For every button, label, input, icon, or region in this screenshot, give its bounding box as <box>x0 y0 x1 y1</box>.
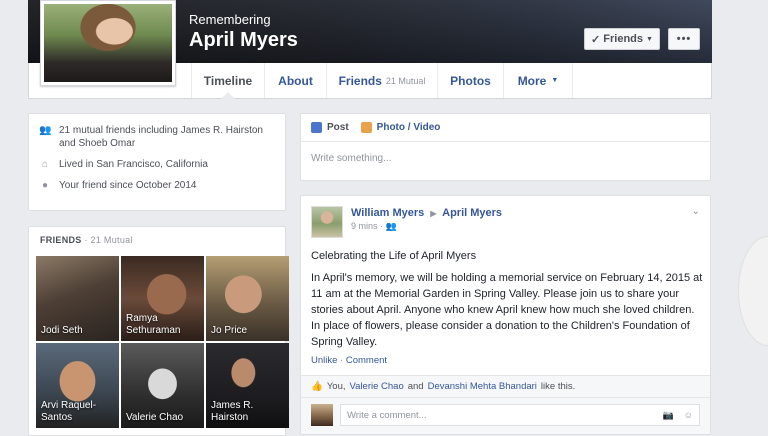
liker-link[interactable]: Valerie Chao <box>350 381 404 392</box>
composer-tab-post[interactable]: Post <box>311 122 349 133</box>
friend-since-icon: ● <box>41 180 49 191</box>
author-avatar[interactable] <box>311 206 343 238</box>
tab-mutual-count: 21 Mutual <box>385 75 426 86</box>
friend-tile[interactable]: Valerie Chao <box>121 343 204 428</box>
profile-name[interactable]: April Myers <box>189 29 298 52</box>
post-content: Celebrating the Life of April Myers In A… <box>311 248 703 356</box>
friends-grid: Jodi Seth Ramya Sethuraman Jo Price Arvi… <box>36 256 289 428</box>
friend-name: Jo Price <box>211 325 248 336</box>
active-tab-indicator <box>221 92 235 99</box>
thumbs-up-icon: 👍 <box>311 381 323 392</box>
friend-name: James R. Hairston <box>211 400 254 423</box>
likes-summary: 👍 You, Valerie Chao and Devanshi Mehta B… <box>301 375 710 397</box>
post-time[interactable]: 9 mins <box>351 221 378 231</box>
pencil-icon <box>311 122 322 133</box>
tab-friends[interactable]: Friends 21 Mutual <box>326 63 437 98</box>
memorial-label: Remembering <box>189 12 271 27</box>
friends-heading[interactable]: FRIENDS · 21 Mutual <box>40 235 280 245</box>
post-composer: Post Photo / Video Write something... <box>300 113 711 181</box>
mutual-friends-text[interactable]: 21 mutual friends including James R. Hai… <box>59 124 275 150</box>
friend-tile[interactable]: Ramya Sethuraman <box>121 256 204 341</box>
audience-icon: · 👥 <box>380 221 397 231</box>
camera-icon[interactable]: 📷 <box>663 410 674 421</box>
caret-down-icon: ▼ <box>551 77 559 84</box>
friend-tile[interactable]: Jodi Seth <box>36 256 119 341</box>
composer-input[interactable]: Write something... <box>301 142 710 175</box>
friend-tile[interactable]: Arvi Raquel-Santos <box>36 343 119 428</box>
friend-since-text: Your friend since October 2014 <box>59 180 197 191</box>
comment-row: Write a comment... 📷 ☺ <box>301 397 710 434</box>
emoji-icon[interactable]: ☺ <box>684 410 693 421</box>
unlike-link[interactable]: Unlike <box>311 355 337 366</box>
friend-tile[interactable]: Jo Price <box>206 256 289 341</box>
friends-card: FRIENDS · 21 Mutual Jodi Seth Ramya Seth… <box>28 226 289 436</box>
friends-button-label: Friends <box>603 33 643 45</box>
friend-name: Arvi Raquel-Santos <box>41 400 97 423</box>
comment-input[interactable]: Write a comment... 📷 ☺ <box>340 404 700 426</box>
lived-in-text[interactable]: Lived in San Francisco, California <box>59 158 208 171</box>
friend-name: Ramya Sethuraman <box>126 313 181 336</box>
tab-label: Photos <box>450 73 491 88</box>
friends-icon: 👥 <box>39 125 52 136</box>
comment-link[interactable]: Comment <box>346 355 387 366</box>
photo-icon <box>360 122 372 133</box>
friend-name: Valerie Chao <box>126 412 184 423</box>
caret-down-icon: ▼ <box>646 35 653 43</box>
tab-more[interactable]: More ▼ <box>503 63 573 98</box>
tab-label: About <box>278 73 313 88</box>
checkmark-icon: ✓ <box>591 33 601 46</box>
timeline-post: William Myers ▶ April Myers 9 mins · 👥 ⌄… <box>300 195 711 435</box>
intro-card: 👥 21 mutual friends including James R. H… <box>28 113 286 211</box>
tab-about[interactable]: About <box>264 63 326 98</box>
tab-photos[interactable]: Photos <box>437 63 503 98</box>
background-decoration <box>738 236 768 346</box>
viewer-avatar <box>311 404 333 426</box>
friend-tile[interactable]: James R. Hairston <box>206 343 289 428</box>
post-title: Celebrating the Life of April Myers <box>311 250 477 262</box>
tab-label: More <box>517 73 547 88</box>
arrow-right-icon: ▶ <box>430 209 437 218</box>
tab-label: Timeline <box>203 73 253 88</box>
post-author[interactable]: William Myers <box>351 207 424 219</box>
chevron-down-icon[interactable]: ⌄ <box>692 206 700 217</box>
home-icon: ⌂ <box>41 159 49 170</box>
more-options-button[interactable]: ••• <box>668 28 700 50</box>
post-target[interactable]: April Myers <box>442 207 502 219</box>
tab-timeline[interactable]: Timeline <box>191 63 264 99</box>
friend-name: Jodi Seth <box>41 325 83 336</box>
friends-button[interactable]: ✓ Friends ▼ <box>584 28 660 50</box>
profile-picture[interactable] <box>40 0 176 86</box>
post-text: In April's memory, we will be holding a … <box>311 272 703 348</box>
composer-tab-photo[interactable]: Photo / Video <box>360 122 440 133</box>
liker-link[interactable]: Devanshi Mehta Bhandari <box>428 381 537 392</box>
tab-label: Friends <box>338 73 382 88</box>
